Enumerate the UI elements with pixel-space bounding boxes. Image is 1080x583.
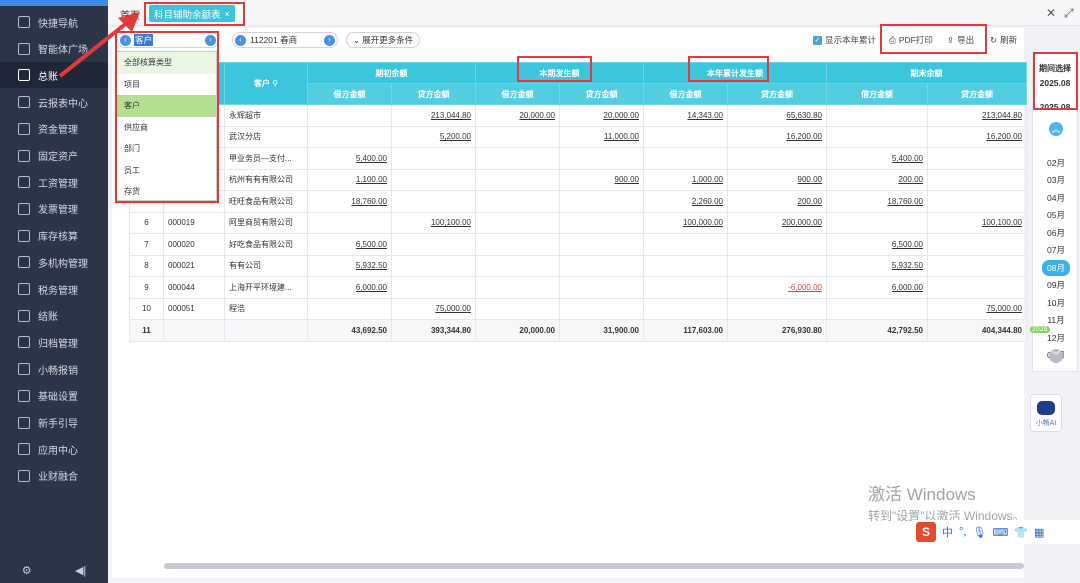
annotation-arrow: [58, 12, 140, 78]
